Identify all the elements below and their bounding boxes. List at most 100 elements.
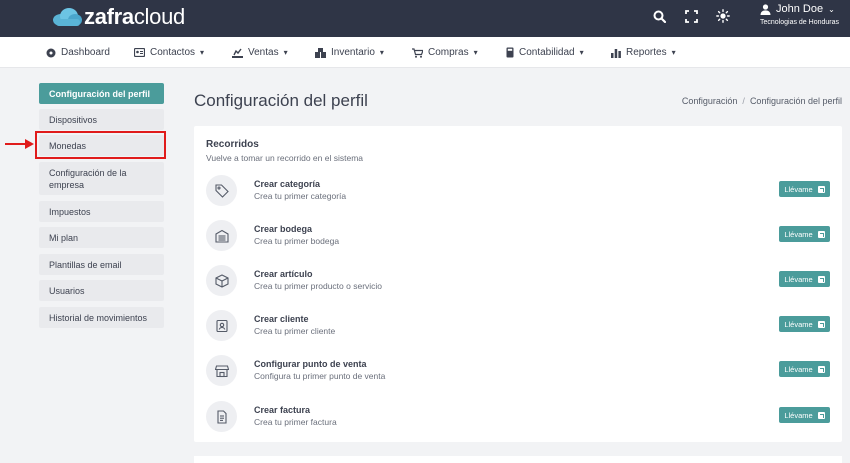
breadcrumb-link[interactable]: Configuración (682, 96, 738, 106)
logo-text-bold: zafra (84, 4, 134, 29)
tour-title: Crear cliente (254, 314, 309, 324)
go-button-label: Llévame (784, 364, 813, 374)
sidebar-item-configuracion-perfil[interactable]: Configuración del perfil (39, 83, 164, 104)
annotation-arrow-icon (5, 139, 34, 149)
nav-item-inventario[interactable]: Inventario ▾ (315, 37, 384, 68)
go-button-label: Llévame (784, 184, 813, 194)
sidebar-item-impuestos[interactable]: Impuestos (39, 201, 164, 222)
logo-text-light: cloud (133, 4, 185, 29)
go-button-label: Llévame (784, 274, 813, 284)
sidebar-item-configuracion-empresa[interactable]: Configuración de la empresa (39, 162, 164, 195)
sidebar-item-historial-movimientos[interactable]: Historial de movimientos (39, 307, 164, 328)
external-link-icon (817, 275, 825, 283)
bar-chart-icon (611, 48, 621, 58)
sidebar-item-plantillas-email[interactable]: Plantillas de email (39, 254, 164, 275)
contact-card-icon (206, 310, 237, 341)
logo[interactable]: zafracloud (52, 4, 185, 30)
sidebar-item-usuarios[interactable]: Usuarios (39, 280, 164, 301)
go-button[interactable]: Llévame (779, 316, 830, 332)
invoice-icon (206, 401, 237, 432)
nav-item-label: Reportes (626, 47, 667, 58)
nav-item-contabilidad[interactable]: Contabilidad ▾ (506, 37, 584, 68)
breadcrumb-separator: / (742, 96, 745, 106)
tag-icon (206, 175, 237, 206)
user-name: John Doe (776, 3, 824, 15)
external-link-icon (817, 411, 825, 419)
nav-item-ventas[interactable]: Ventas ▾ (232, 37, 288, 68)
sales-icon (232, 48, 243, 58)
chevron-down-icon: ▾ (379, 48, 384, 57)
user-menu[interactable]: John Doe ⌄ Tecnologias de Honduras (760, 3, 839, 26)
tour-item: Crear factura Crea tu primer factura Llé… (206, 401, 830, 435)
tour-title: Crear artículo (254, 269, 313, 279)
nav-item-reportes[interactable]: Reportes ▾ (611, 37, 676, 68)
go-button[interactable]: Llévame (779, 361, 830, 377)
tour-description: Crea tu primer bodega (254, 236, 340, 246)
tour-description: Crea tu primer cliente (254, 326, 336, 336)
chevron-down-icon: ▾ (283, 48, 288, 57)
nav-item-label: Ventas (248, 47, 279, 58)
breadcrumb-current: Configuración del perfil (749, 96, 842, 106)
cart-icon (412, 47, 423, 58)
external-link-icon (817, 320, 825, 328)
store-icon (206, 355, 237, 386)
box-icon (206, 265, 237, 296)
nav-item-dashboard[interactable]: Dashboard (46, 37, 110, 68)
chevron-down-icon: ▾ (579, 48, 584, 57)
warehouse-icon (206, 220, 237, 251)
logo-text: zafracloud (84, 4, 185, 30)
tour-item: Crear categoría Crea tu primer categoría… (206, 175, 830, 209)
nav-item-compras[interactable]: Compras ▾ (412, 37, 478, 68)
tour-description: Crea tu primer categoría (254, 191, 347, 201)
tour-description: Crea tu primer producto o servicio (254, 281, 383, 291)
tour-title: Crear categoría (254, 179, 321, 189)
dashboard-icon (46, 48, 56, 57)
card-title: Recorridos (206, 139, 259, 150)
calculator-icon (506, 47, 514, 58)
tours-card: Recorridos Vuelve a tomar un recorrido e… (194, 126, 842, 442)
tour-title: Configurar punto de venta (254, 359, 367, 369)
external-link-icon (817, 230, 825, 238)
breadcrumb: Configuración / Configuración del perfil (682, 96, 842, 106)
user-icon (760, 3, 771, 15)
tour-item: Configurar punto de venta Configura tu p… (206, 355, 830, 389)
tour-item: Crear cliente Crea tu primer cliente Llé… (206, 310, 830, 344)
sun-icon[interactable] (714, 7, 732, 25)
card-subtitle: Vuelve a tomar un recorrido en el sistem… (206, 153, 364, 163)
tour-description: Configura tu primer punto de venta (254, 371, 386, 381)
go-button[interactable]: Llévame (779, 271, 830, 287)
nav-item-label: Dashboard (61, 47, 110, 58)
contacts-icon (134, 48, 145, 57)
go-button[interactable]: Llévame (779, 181, 830, 197)
go-button-label: Llévame (784, 319, 813, 329)
fullscreen-icon[interactable] (682, 7, 700, 25)
tour-title: Crear bodega (254, 224, 313, 234)
cloud-logo-icon (53, 8, 82, 26)
go-button[interactable]: Llévame (779, 407, 830, 423)
chevron-down-icon: ▾ (200, 48, 205, 57)
chevron-down-icon: ▾ (671, 48, 676, 57)
nav-item-label: Compras (428, 47, 469, 58)
external-link-icon (817, 365, 825, 373)
nav-item-label: Contactos (150, 47, 196, 58)
tour-item: Crear bodega Crea tu primer bodega Lléva… (206, 220, 830, 254)
header-icons (650, 7, 732, 25)
next-card-edge (194, 456, 842, 463)
external-link-icon (817, 185, 825, 193)
annotation-highlight-box (35, 131, 166, 159)
go-button-label: Llévame (784, 229, 813, 239)
tour-description: Crea tu primer factura (254, 417, 337, 427)
tour-title: Crear factura (254, 405, 311, 415)
top-header: zafracloud John Doe ⌄ Tecnologias de Hon… (0, 0, 850, 37)
nav-item-contactos[interactable]: Contactos ▾ (134, 37, 204, 68)
tour-item: Crear artículo Crea tu primer producto o… (206, 265, 830, 299)
nav-item-label: Contabilidad (519, 47, 575, 58)
go-button-label: Llévame (784, 410, 813, 420)
chevron-down-icon: ▾ (473, 48, 478, 57)
go-button[interactable]: Llévame (779, 226, 830, 242)
sidebar-item-dispositivos[interactable]: Dispositivos (39, 109, 164, 130)
sidebar-item-mi-plan[interactable]: Mi plan (39, 227, 164, 248)
search-icon[interactable] (650, 7, 668, 25)
inventory-icon (315, 47, 326, 58)
chevron-down-icon: ⌄ (828, 4, 835, 14)
